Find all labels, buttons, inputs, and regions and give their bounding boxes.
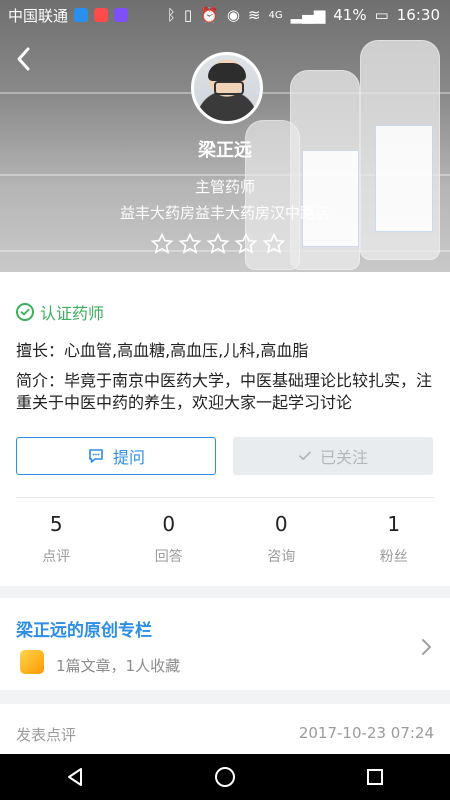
back-nav-icon[interactable] — [63, 765, 87, 789]
star-icon — [262, 232, 286, 254]
avatar — [191, 52, 263, 124]
column-badge-icon — [20, 650, 44, 674]
chat-bubble-icon — [89, 449, 103, 463]
vibrate-icon: ▯ — [183, 6, 193, 24]
follow-button-label: 已关注 — [319, 448, 368, 467]
column-title[interactable]: 梁正远的原创专栏 — [16, 616, 152, 641]
stat-followers[interactable]: 1 粉丝 — [354, 512, 434, 576]
column-meta: 1篇文章，1人收藏 — [56, 657, 181, 675]
verified-label: 认证药师 — [40, 304, 105, 323]
bluetooth-icon: ᛒ — [166, 6, 176, 24]
alarm-icon: ⏰ — [200, 6, 219, 24]
clock-time: 16:30 — [396, 6, 440, 24]
wifi-icon: ≋ — [247, 6, 261, 24]
ask-question-button[interactable]: 提问 — [16, 437, 216, 475]
star-icon — [206, 232, 230, 254]
pharmacist-title: 主管药师 — [194, 178, 255, 196]
chevron-right-icon[interactable] — [420, 636, 434, 658]
stat-value: 0 — [162, 512, 176, 536]
stat-consultations[interactable]: 0 咨询 — [241, 512, 321, 576]
avatar-glasses-decor — [214, 81, 244, 95]
pharmacist-name: 梁正远 — [198, 140, 252, 161]
recent-apps-icon[interactable] — [363, 765, 387, 789]
star-icon — [150, 232, 174, 254]
skills-text: 擅长：心血管,高血糖,高血压,儿科,高血脂 — [16, 341, 309, 360]
stat-label: 点评 — [42, 549, 71, 565]
system-navigation-bar — [0, 754, 450, 800]
battery-percent: 41% — [333, 6, 367, 24]
stat-reviews[interactable]: 5 点评 — [16, 512, 96, 576]
follow-button[interactable]: 已关注 — [233, 437, 433, 475]
section-divider — [16, 497, 434, 498]
check-circle-icon — [16, 303, 34, 321]
stats-row: 5 点评 0 回答 0 咨询 1 粉丝 — [0, 512, 450, 576]
status-bar: 中国联通 ᛒ ▯ ⏰ ◉ ≋ 4G ▂▄▆ 41% ▭ 16:30 — [0, 0, 450, 30]
home-nav-icon[interactable] — [213, 765, 237, 789]
app-notification-icon — [94, 8, 109, 22]
cellular-signal-icon: ▂▄▆ — [290, 6, 326, 24]
intro-text: 简介：毕竟于南京中医药大学，中医基础理论比较扎实，注重关于中医中药的养生，欢迎大… — [16, 371, 433, 412]
app-notification-icon — [74, 8, 89, 22]
network-type-label: 4G — [268, 9, 283, 21]
carrier-label: 中国联通 — [8, 6, 69, 25]
back-button[interactable] — [10, 44, 40, 74]
stat-value: 5 — [49, 512, 63, 536]
star-icon — [234, 232, 258, 254]
pharmacy-name: 益丰大药房益丰大药房汉中路店 — [119, 204, 330, 222]
stat-answers[interactable]: 0 回答 — [129, 512, 209, 576]
rating-stars — [150, 232, 286, 256]
review-label: 发表点评 — [16, 726, 77, 744]
ask-button-label: 提问 — [112, 448, 145, 467]
original-column-section[interactable] — [0, 598, 450, 690]
app-notification-icon — [114, 8, 129, 22]
stat-label: 咨询 — [267, 549, 296, 565]
avatar-hair-decor — [208, 63, 246, 81]
status-right: ᛒ ▯ ⏰ ◉ ≋ 4G ▂▄▆ 41% ▭ 16:30 — [167, 6, 450, 24]
star-icon — [178, 232, 202, 254]
stat-label: 粉丝 — [379, 549, 408, 565]
bottle-label-decor — [302, 150, 359, 247]
back-arrow-icon — [17, 47, 30, 71]
eye-icon: ◉ — [226, 6, 240, 24]
status-left: 中国联通 — [0, 5, 129, 26]
stat-value: 0 — [274, 512, 288, 536]
verified-badge: 认证药师 — [16, 300, 104, 324]
stat-value: 1 — [387, 512, 401, 536]
review-date: 2017-10-23 07:24 — [298, 724, 434, 742]
stat-label: 回答 — [154, 549, 183, 565]
check-icon — [299, 451, 311, 461]
battery-icon: ▭ — [374, 6, 389, 24]
